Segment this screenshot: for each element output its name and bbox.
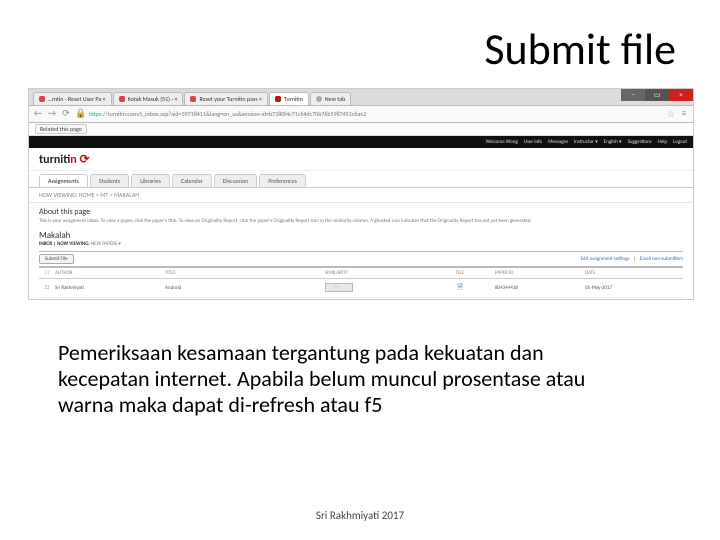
logout-link[interactable]: Logout — [673, 139, 687, 145]
browser-tab[interactable]: Kotak Masuk (51) - × — [113, 92, 184, 105]
row-date: 01-May-2017 — [585, 285, 675, 291]
url-bar: ← → ⟳ 🔒 https://turnitin.com/t_inbox.asp… — [29, 105, 693, 123]
tab-preferences[interactable]: Preferences — [259, 174, 306, 187]
maximize-button[interactable]: ▭ — [645, 89, 669, 101]
swirl-icon: ⟳ — [77, 153, 90, 167]
col-paperid[interactable]: PAPER ID — [495, 270, 585, 276]
about-text: This is your assignment inbox. To view a… — [39, 218, 683, 224]
top-link[interactable]: Help — [658, 139, 667, 145]
col-author[interactable]: AUTHOR — [55, 270, 165, 276]
now-viewing: INBOX | NOW VIEWING: NEW PAPERS ▾ — [29, 241, 693, 251]
assignment-title: Makalah — [29, 228, 693, 241]
breadcrumb: NOW VIEWING: HOME > MT > MAKALAH — [29, 188, 693, 203]
browser-tab[interactable]: …mtin - Reset User Pa × — [33, 92, 112, 105]
logo-row: turnitin ⟳ — [29, 148, 693, 171]
about-section: About this page This is your assignment … — [29, 203, 693, 228]
minimize-button[interactable]: – — [621, 89, 645, 101]
bookmark-item[interactable]: Related this page — [35, 124, 87, 134]
top-link[interactable]: Suggestions — [628, 139, 652, 145]
browser-tab-active[interactable]: Turnitin — [269, 92, 309, 105]
favicon-mail-icon — [190, 96, 196, 102]
col-title[interactable]: TITLE — [165, 270, 325, 276]
lock-icon: 🔒 — [75, 109, 85, 119]
inbox-toolbar: Submit File Edit assignment settings | E… — [39, 251, 683, 268]
role-dropdown[interactable]: Instructor ▾ — [574, 139, 598, 145]
col-checkbox[interactable]: ☐ — [39, 270, 55, 276]
tab-libraries[interactable]: Libraries — [131, 174, 170, 187]
user-greeting: Welcome Wong — [486, 139, 518, 145]
tab-calendar[interactable]: Calendar — [172, 174, 212, 187]
turnitin-top-bar: Welcome Wong User Info Messages Instruct… — [29, 136, 693, 148]
similarity-pending-icon[interactable] — [325, 283, 425, 294]
favicon-turnitin-icon — [275, 96, 281, 102]
app-tabs: Assignments Students Libraries Calendar … — [29, 171, 693, 188]
reload-icon[interactable]: ⟳ — [61, 109, 71, 119]
edit-settings-link[interactable]: Edit assignment settings — [581, 256, 630, 262]
tab-assignments[interactable]: Assignments — [39, 174, 88, 187]
browser-tabstrip: …mtin - Reset User Pa × Kotak Masuk (51)… — [29, 89, 693, 105]
bookmark-star-icon[interactable]: ☆ — [667, 109, 675, 120]
bookmarks-bar: Related this page — [29, 123, 693, 136]
row-title-link[interactable]: Android — [165, 285, 325, 291]
turnitin-logo: turnitin ⟳ — [39, 152, 90, 167]
favicon-newtab-icon — [316, 96, 322, 102]
view-filter-dropdown[interactable]: NEW PAPERS ▾ — [91, 241, 121, 247]
slide-footer: Sri Rakhmiyati 2017 — [0, 509, 720, 522]
back-icon[interactable]: ← — [33, 109, 43, 119]
tab-students[interactable]: Students — [90, 174, 130, 187]
download-file-icon[interactable]: 🗎 — [425, 282, 495, 294]
favicon-mail-icon — [39, 96, 45, 102]
row-paperid: 804344418 — [495, 285, 585, 291]
col-file: FILE — [425, 270, 495, 276]
forward-icon[interactable]: → — [47, 109, 57, 119]
browser-screenshot: …mtin - Reset User Pa × Kotak Masuk (51)… — [28, 88, 694, 300]
row-author: Sri Rakhmiyati — [55, 285, 165, 291]
table-row: ☐ Sri Rakhmiyati Android 🗎 804344418 01-… — [39, 279, 683, 298]
browser-tab[interactable]: Reset your Turnitin pass × — [184, 92, 267, 105]
language-dropdown[interactable]: English ▾ — [604, 139, 622, 145]
papers-table: ☐ AUTHOR TITLE SIMILARITY FILE PAPER ID … — [39, 268, 683, 298]
col-similarity[interactable]: SIMILARITY — [325, 270, 425, 276]
window-controls: – ▭ × — [621, 89, 693, 101]
top-link[interactable]: User Info — [524, 139, 542, 145]
slide-title: Submit file — [484, 22, 676, 76]
col-date[interactable]: DATE — [585, 270, 675, 276]
table-header: ☐ AUTHOR TITLE SIMILARITY FILE PAPER ID … — [39, 268, 683, 279]
top-link[interactable]: Messages — [548, 139, 568, 145]
browser-tab[interactable]: New tab — [310, 92, 351, 105]
row-checkbox[interactable]: ☐ — [39, 285, 55, 291]
tab-discussion[interactable]: Discussion — [214, 174, 258, 187]
submit-file-button[interactable]: Submit File — [39, 254, 74, 264]
email-nonsubmitters-link[interactable]: Email non-submitters — [640, 256, 683, 262]
slide-body-text: Pemeriksaan kesamaan tergantung pada kek… — [58, 340, 618, 418]
favicon-mail-icon — [119, 96, 125, 102]
about-heading: About this page — [39, 207, 683, 217]
menu-icon[interactable]: ≡ — [679, 109, 689, 119]
url-field[interactable]: https://turnitin.com/t_inbox.asp?aid=397… — [89, 110, 663, 118]
close-button[interactable]: × — [669, 89, 693, 101]
